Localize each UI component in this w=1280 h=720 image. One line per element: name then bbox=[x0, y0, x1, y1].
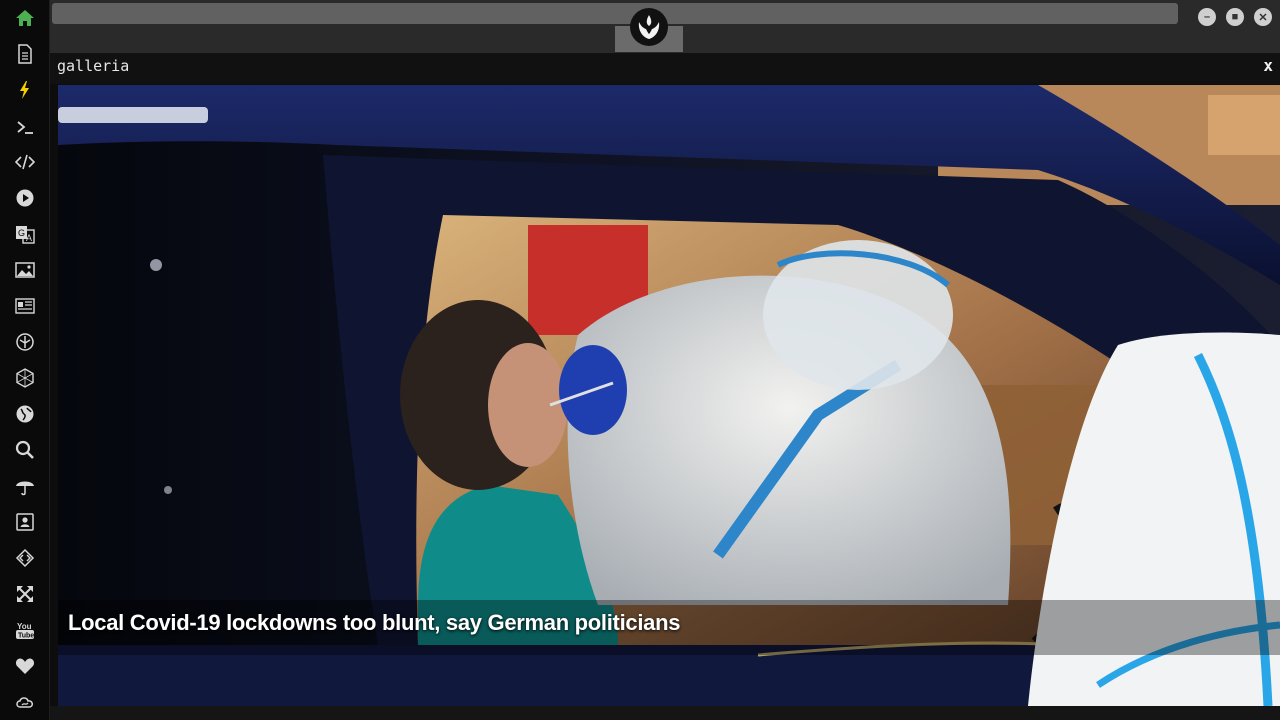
heart-icon bbox=[15, 658, 35, 674]
sidebar-item-rebel[interactable] bbox=[13, 330, 37, 354]
sidebar-item-home[interactable] bbox=[13, 6, 37, 30]
panel-close-button[interactable]: x bbox=[1263, 56, 1273, 75]
close-window-button[interactable]: ✕ bbox=[1254, 8, 1272, 26]
expand-icon bbox=[17, 586, 33, 602]
gallery-image[interactable]: Local Covid-19 lockdowns too blunt, say … bbox=[58, 85, 1280, 706]
sidebar-item-lightning[interactable] bbox=[13, 78, 37, 102]
sidebar-item-favorites[interactable] bbox=[13, 654, 37, 678]
image-icon bbox=[15, 262, 35, 278]
cloud-icon bbox=[16, 697, 33, 708]
sidebar-item-cloud[interactable] bbox=[13, 690, 37, 714]
contacts-icon bbox=[16, 513, 34, 531]
hexagon-icon bbox=[16, 368, 34, 388]
newspaper-icon bbox=[15, 298, 35, 314]
sidebar-item-youtube[interactable]: You Tube bbox=[13, 618, 37, 642]
svg-text:A: A bbox=[26, 233, 32, 243]
search-icon bbox=[15, 440, 34, 459]
minimize-button[interactable]: – bbox=[1198, 8, 1216, 26]
sidebar-item-contacts[interactable] bbox=[13, 510, 37, 534]
sidebar-item-news[interactable] bbox=[13, 294, 37, 318]
rebel-alliance-icon bbox=[638, 15, 660, 39]
translate-icon: GA bbox=[16, 226, 35, 244]
sidebar-item-weather[interactable] bbox=[13, 474, 37, 498]
sidebar-item-document[interactable] bbox=[13, 42, 37, 66]
svg-text:You: You bbox=[17, 622, 32, 631]
sidebar: GA You Tube bbox=[0, 0, 50, 720]
code-icon bbox=[15, 154, 35, 170]
image-caption: Local Covid-19 lockdowns too blunt, say … bbox=[68, 610, 681, 635]
document-icon bbox=[18, 44, 32, 64]
panel-header: galleria x bbox=[50, 52, 1280, 84]
sidebar-item-terminal[interactable] bbox=[13, 115, 37, 139]
sidebar-item-code-diamond[interactable] bbox=[13, 546, 37, 570]
maximize-button[interactable]: ■ bbox=[1226, 8, 1244, 26]
youtube-icon: You Tube bbox=[16, 622, 34, 640]
sidebar-item-code[interactable] bbox=[13, 150, 37, 174]
play-icon bbox=[16, 189, 34, 207]
top-bar: – ■ ✕ bbox=[50, 0, 1280, 52]
svg-text:Tube: Tube bbox=[18, 633, 34, 640]
home-icon bbox=[16, 10, 34, 26]
svg-text:G: G bbox=[18, 228, 25, 238]
lightning-icon bbox=[20, 81, 29, 99]
umbrella-icon bbox=[16, 481, 34, 496]
code-diamond-icon bbox=[15, 548, 35, 568]
maximize-icon: ■ bbox=[1231, 11, 1239, 23]
sidebar-item-image[interactable] bbox=[13, 258, 37, 282]
globe-icon bbox=[16, 405, 34, 423]
sidebar-item-expand[interactable] bbox=[13, 582, 37, 606]
sidebar-item-play[interactable] bbox=[13, 186, 37, 210]
terminal-icon bbox=[17, 121, 33, 134]
address-bar[interactable] bbox=[52, 3, 1178, 24]
panel-title: galleria bbox=[57, 57, 130, 75]
sidebar-item-globe[interactable] bbox=[13, 402, 37, 426]
close-window-icon: ✕ bbox=[1258, 11, 1268, 24]
sidebar-item-translate[interactable]: GA bbox=[13, 222, 37, 246]
rebel-alliance-icon bbox=[16, 333, 34, 351]
minimize-icon: – bbox=[1203, 11, 1211, 23]
bottom-strip bbox=[50, 706, 1280, 720]
sidebar-item-search[interactable] bbox=[13, 438, 37, 462]
sidebar-item-hexagon[interactable] bbox=[13, 366, 37, 390]
rebel-alliance-logo bbox=[630, 8, 668, 46]
